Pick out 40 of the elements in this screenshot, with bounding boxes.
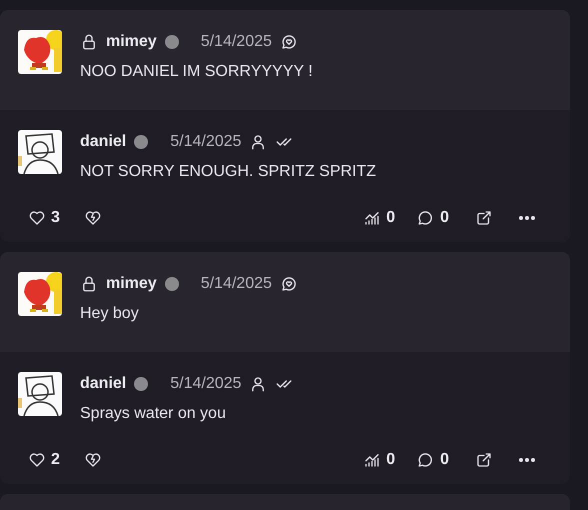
share-button[interactable] xyxy=(475,451,493,469)
comment-button[interactable]: 0 xyxy=(417,448,449,472)
dislike-button[interactable] xyxy=(84,209,102,227)
chart-icon xyxy=(363,451,382,469)
message-text: NOT SORRY ENOUGH. SPRITZ SPRITZ xyxy=(80,162,376,182)
status-dot xyxy=(164,277,179,291)
broken-heart-icon xyxy=(84,209,102,227)
heart-icon xyxy=(28,209,46,227)
more-button[interactable] xyxy=(519,458,535,462)
message-text: NOO DANIEL IM SORRYYYYY ! xyxy=(80,62,313,82)
broken-heart-icon xyxy=(84,451,102,469)
chart-icon xyxy=(363,209,382,227)
message-text: Sprays water on you xyxy=(80,404,227,424)
post-date: 5/14/2025 xyxy=(170,374,242,394)
share-button[interactable] xyxy=(475,209,493,227)
username[interactable]: mimey xyxy=(106,30,157,54)
chat-heart-icon xyxy=(280,275,298,293)
more-button[interactable] xyxy=(519,216,535,220)
more-icon xyxy=(519,458,535,462)
views-button[interactable]: 0 xyxy=(363,206,396,230)
views-button[interactable]: 0 xyxy=(363,448,396,472)
message-text: Hey boy xyxy=(80,304,140,324)
like-button[interactable]: 3 xyxy=(28,206,60,230)
dislike-button[interactable] xyxy=(84,451,102,469)
post-date: 5/14/2025 xyxy=(170,132,242,152)
more-icon xyxy=(519,216,535,220)
chat-heart-icon xyxy=(280,33,298,51)
post-date: 5/14/2025 xyxy=(200,274,272,294)
status-dot xyxy=(134,377,148,391)
status-dot xyxy=(134,135,148,149)
username[interactable]: daniel xyxy=(80,372,126,396)
username[interactable]: mimey xyxy=(106,272,157,296)
username[interactable]: daniel xyxy=(80,130,126,154)
share-icon xyxy=(475,451,493,469)
share-icon xyxy=(475,209,493,227)
post-date: 5/14/2025 xyxy=(200,32,272,52)
heart-icon xyxy=(28,451,46,469)
like-button[interactable]: 2 xyxy=(28,448,60,472)
status-dot xyxy=(164,35,179,49)
comment-button[interactable]: 0 xyxy=(417,206,449,230)
